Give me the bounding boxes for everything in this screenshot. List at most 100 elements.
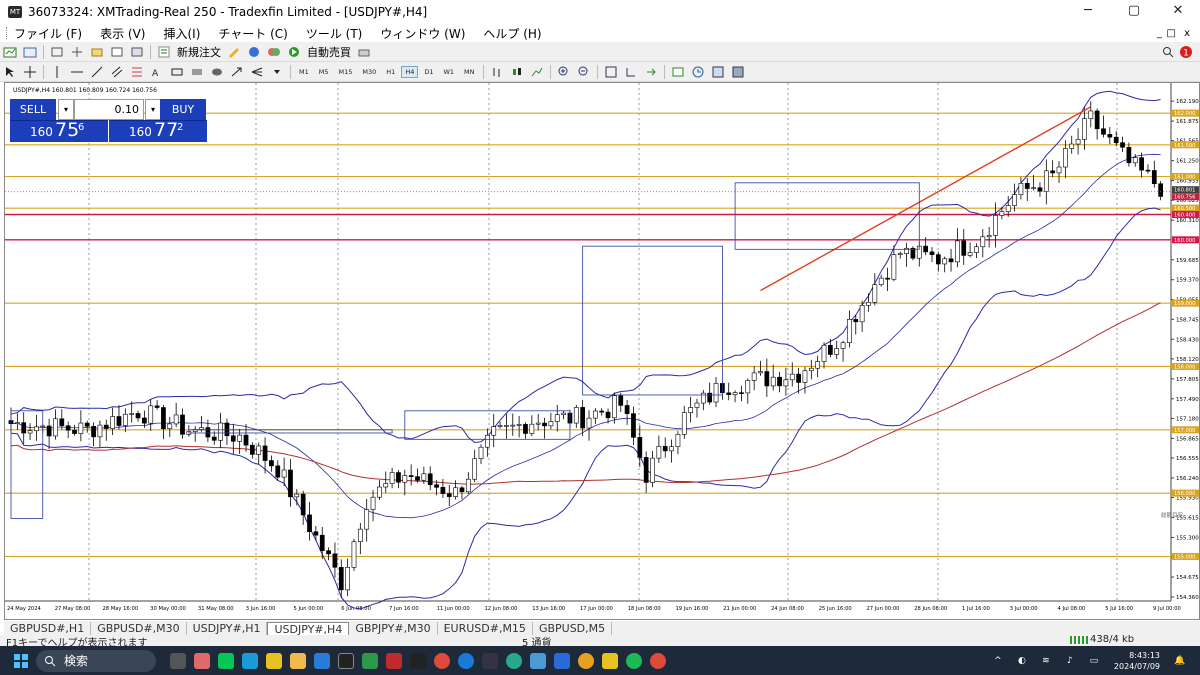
line-app-icon[interactable] — [218, 652, 234, 669]
menu-help[interactable]: ヘルプ (H) — [483, 25, 541, 42]
buy-button[interactable]: BUY — [160, 99, 206, 120]
skype-icon[interactable] — [242, 652, 258, 669]
more-tools-icon[interactable] — [269, 64, 285, 80]
tray-app-icon[interactable]: ◐ — [1014, 653, 1030, 669]
zoom-in-icon[interactable] — [556, 64, 572, 80]
lot-size-input[interactable]: 0.10 — [74, 99, 144, 120]
inner-maximize-button[interactable]: □ — [1167, 28, 1176, 39]
menu-insert[interactable]: 挿入(I) — [163, 25, 200, 42]
signals-icon[interactable] — [246, 44, 262, 60]
tab-gbpusd-h1[interactable]: GBPUSD#,H1 — [4, 622, 92, 635]
fx-app-icon[interactable] — [386, 652, 402, 669]
new-order-button[interactable]: 新規注文 — [177, 44, 221, 60]
taskbar-clock[interactable]: 8:43:13 2024/07/09 — [1114, 650, 1160, 672]
market-icon[interactable] — [266, 44, 282, 60]
menu-tools[interactable]: ツール (T) — [306, 25, 363, 42]
notification-bell-icon[interactable]: 🔔 — [1172, 653, 1188, 669]
arrow-icon[interactable] — [229, 64, 245, 80]
terminal-icon[interactable] — [109, 44, 125, 60]
data-window-icon[interactable] — [69, 44, 85, 60]
ellipse-icon[interactable] — [209, 64, 225, 80]
tray-chevron-icon[interactable]: ^ — [990, 653, 1006, 669]
sell-button[interactable]: SELL — [10, 99, 56, 120]
maximize-button[interactable]: ▢ — [1114, 0, 1154, 24]
app-icon[interactable] — [530, 652, 546, 669]
volume-icon[interactable]: ♪ — [1062, 653, 1078, 669]
trendline-icon[interactable] — [89, 64, 105, 80]
tab-usdjpy-h4[interactable]: USDJPY#,H4 — [267, 622, 350, 635]
tab-eurusd-m15[interactable]: EURUSD#,M15 — [438, 622, 533, 635]
profiles-icon[interactable] — [22, 44, 38, 60]
fibonacci-icon[interactable] — [129, 64, 145, 80]
zoom-out-icon[interactable] — [576, 64, 592, 80]
weather-icon[interactable] — [578, 652, 594, 669]
timeframe-d1[interactable]: D1 — [420, 66, 437, 78]
timeframe-m5[interactable]: M5 — [315, 66, 333, 78]
pitchfork-icon[interactable] — [249, 64, 265, 80]
menu-chart[interactable]: チャート (C) — [218, 25, 287, 42]
auto-trading-icon[interactable] — [286, 44, 302, 60]
line-chart-icon[interactable] — [529, 64, 545, 80]
timeframe-m1[interactable]: M1 — [295, 66, 313, 78]
menu-window[interactable]: ウィンドウ (W) — [380, 25, 465, 42]
chart-shift-icon[interactable] — [623, 64, 639, 80]
notifications-icon[interactable]: 1 — [1178, 44, 1194, 60]
timeframe-m15[interactable]: M15 — [335, 66, 357, 78]
navigator-icon[interactable] — [89, 44, 105, 60]
inner-close-button[interactable]: x — [1184, 28, 1190, 39]
timeframe-h1[interactable]: H1 — [382, 66, 399, 78]
price-chart[interactable]: USDJPY#,H4 160.801 160.809 160.724 160.7… — [5, 83, 1199, 619]
timeframe-m30[interactable]: M30 — [358, 66, 380, 78]
tester-icon[interactable] — [129, 44, 145, 60]
mt4-taskbar-icon[interactable] — [338, 652, 354, 669]
inner-minimize-button[interactable]: _ — [1157, 28, 1162, 39]
tab-gbpjpy-m30[interactable]: GBPJPY#,M30 — [349, 622, 438, 635]
chatgpt-icon[interactable] — [506, 652, 522, 669]
cursor-icon[interactable] — [2, 64, 18, 80]
norton-icon[interactable] — [266, 652, 282, 669]
minimize-button[interactable]: ─ — [1068, 0, 1108, 24]
channel-icon[interactable] — [109, 64, 125, 80]
tab-gbpusd-m30[interactable]: GBPUSD#,M30 — [91, 622, 187, 635]
menu-view[interactable]: 表示 (V) — [100, 25, 145, 42]
battery-icon[interactable]: ▭ — [1086, 653, 1102, 669]
crosshair-icon[interactable] — [22, 64, 38, 80]
print-icon[interactable] — [356, 44, 372, 60]
bar-chart-icon[interactable] — [489, 64, 505, 80]
lot-increase-button[interactable]: ▾ — [145, 99, 161, 120]
wifi-icon[interactable]: ≋ — [1038, 653, 1054, 669]
search-icon[interactable] — [1160, 44, 1176, 60]
market-watch-icon[interactable] — [49, 44, 65, 60]
timeframe-mn[interactable]: MN — [460, 66, 478, 78]
edge-icon[interactable] — [458, 652, 474, 669]
spotify-icon[interactable] — [626, 652, 642, 669]
close-button[interactable]: ✕ — [1158, 0, 1198, 24]
tab-gbpusd-m5[interactable]: GBPUSD,M5 — [533, 622, 613, 635]
word-icon[interactable] — [314, 652, 330, 669]
timeframe-w1[interactable]: W1 — [439, 66, 458, 78]
sell-price-display[interactable]: 160 75 6 — [10, 119, 108, 142]
task-view-icon[interactable] — [170, 652, 186, 669]
sticky-notes-icon[interactable] — [602, 652, 618, 669]
auto-trading-button[interactable]: 自動売買 — [307, 44, 351, 60]
steam-icon[interactable] — [482, 652, 498, 669]
notification-app-icon[interactable] — [194, 652, 210, 669]
periods-icon[interactable] — [690, 64, 706, 80]
taskbar-search[interactable]: 検索 — [36, 649, 156, 672]
autoscroll-icon[interactable] — [643, 64, 659, 80]
windows-start-icon[interactable] — [14, 653, 28, 668]
templates-icon[interactable] — [710, 64, 726, 80]
lot-decrease-button[interactable]: ▾ — [58, 99, 74, 120]
indicators-icon[interactable] — [670, 64, 686, 80]
tab-usdjpy-h1[interactable]: USDJPY#,H1 — [187, 622, 268, 635]
chrome-profile-icon[interactable] — [650, 652, 666, 669]
save-image-icon[interactable] — [730, 64, 746, 80]
chrome-icon[interactable] — [434, 652, 450, 669]
new-chart-icon[interactable] — [2, 44, 18, 60]
capcut-icon[interactable] — [410, 652, 426, 669]
file-explorer-icon[interactable] — [290, 652, 306, 669]
horizontal-line-icon[interactable] — [69, 64, 85, 80]
timeframe-h4[interactable]: H4 — [401, 65, 419, 78]
candlestick-icon[interactable] — [509, 64, 525, 80]
excel-icon[interactable] — [362, 652, 378, 669]
